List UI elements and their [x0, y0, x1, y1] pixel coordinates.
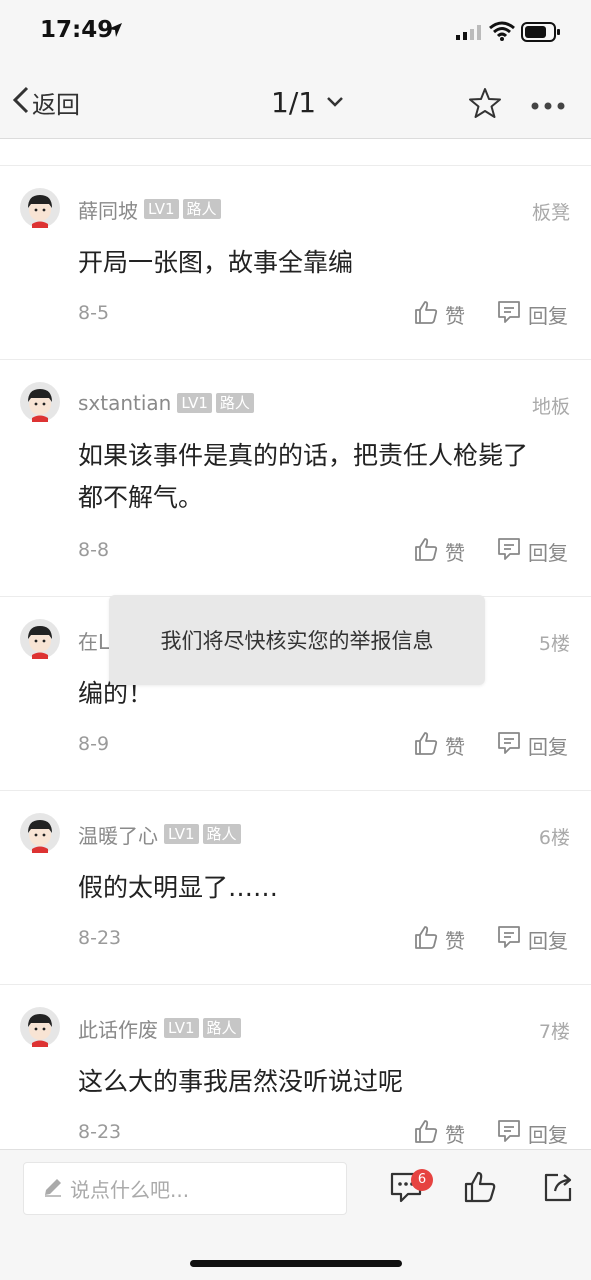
comment-date: 8-9	[78, 733, 110, 755]
thumbs-up-icon	[413, 536, 439, 566]
wifi-icon	[489, 21, 515, 45]
comment-bubble-icon	[496, 536, 522, 566]
comment-bubble-icon	[496, 1118, 522, 1148]
author-row: 此话作废 LV1 路人	[78, 1014, 245, 1043]
share-icon[interactable]	[541, 1170, 575, 1208]
comment-bubble-icon	[496, 299, 522, 329]
like-article-icon[interactable]	[463, 1170, 497, 1208]
like-button[interactable]: 赞	[413, 1118, 465, 1148]
favorite-star-icon[interactable]	[468, 86, 502, 124]
comment-item: sxtantian LV1 路人 地板 如果该事件是真的的话，把责任人枪毙了都不…	[0, 360, 591, 597]
reply-button[interactable]: 回复	[496, 1118, 568, 1148]
list-top-divider	[0, 139, 591, 166]
author-name[interactable]: 温暖了心	[78, 820, 158, 849]
author-row: sxtantian LV1 路人	[78, 390, 258, 416]
avatar[interactable]	[20, 188, 60, 228]
reply-label: 回复	[528, 303, 568, 328]
role-badge: 路人	[182, 199, 221, 219]
reply-label: 回复	[528, 1122, 568, 1147]
thumbs-up-icon	[413, 299, 439, 329]
role-badge: 路人	[202, 824, 241, 844]
like-label: 赞	[445, 540, 465, 565]
chevron-down-icon	[326, 93, 344, 112]
battery-icon	[521, 22, 561, 46]
floor-label: 7楼	[538, 1021, 570, 1043]
navigation-bar: 返回 1/1	[0, 64, 591, 139]
comment-item: 温暖了心 LV1 路人 6楼 假的太明显了…… 8-23 赞 回复	[0, 791, 591, 985]
page-selector[interactable]: 1/1	[271, 86, 344, 119]
avatar[interactable]	[20, 619, 60, 659]
like-button[interactable]: 赞	[413, 536, 465, 566]
like-label: 赞	[445, 928, 465, 953]
level-badge: LV1	[144, 199, 179, 219]
comment-bubble-icon	[496, 924, 522, 954]
home-indicator	[190, 1260, 402, 1267]
reply-button[interactable]: 回复	[496, 730, 568, 760]
like-button[interactable]: 赞	[413, 299, 465, 329]
location-arrow-icon	[107, 22, 123, 42]
like-label: 赞	[445, 303, 465, 328]
reply-button[interactable]: 回复	[496, 924, 568, 954]
report-toast: 我们将尽快核实您的举报信息	[109, 595, 485, 685]
author-name[interactable]: sxtantian	[78, 391, 171, 415]
comment-input[interactable]: 说点什么吧...	[23, 1162, 347, 1215]
pencil-icon	[42, 1176, 64, 1202]
comment-text: 开局一张图，故事全靠编	[78, 248, 354, 277]
status-time: 17:49	[40, 17, 114, 43]
author-row: 温暖了心 LV1 路人	[78, 820, 245, 849]
floor-label: 板凳	[531, 202, 570, 224]
like-button[interactable]: 赞	[413, 730, 465, 760]
author-name[interactable]: 薛同坡	[78, 195, 138, 224]
reply-label: 回复	[528, 734, 568, 759]
more-options-icon[interactable]	[530, 96, 566, 115]
comment-bubble-icon	[496, 730, 522, 760]
thumbs-up-icon	[413, 924, 439, 954]
floor-label: 地板	[531, 396, 570, 418]
comment-text: 如果该事件是真的的话，把责任人枪毙了都不解气。	[78, 441, 529, 512]
like-button[interactable]: 赞	[413, 924, 465, 954]
role-badge: 路人	[215, 393, 254, 413]
comment-date: 8-8	[78, 539, 110, 561]
comment-date: 8-23	[78, 927, 122, 949]
page-label: 1/1	[271, 86, 317, 119]
level-badge: LV1	[164, 1018, 199, 1038]
reply-button[interactable]: 回复	[496, 536, 568, 566]
role-badge: 路人	[202, 1018, 241, 1038]
comment-item: 薛同坡 LV1 路人 板凳 开局一张图，故事全靠编 8-5 赞 回复	[0, 166, 591, 360]
thumbs-up-icon	[413, 1118, 439, 1148]
status-bar: 17:49	[0, 0, 591, 64]
reply-label: 回复	[528, 928, 568, 953]
author-row: 薛同坡 LV1 路人	[78, 195, 225, 224]
input-placeholder: 说点什么吧...	[70, 1178, 190, 1202]
comment-text: 假的太明显了……	[78, 873, 279, 902]
author-name[interactable]: 在L	[78, 626, 109, 655]
back-button[interactable]: 返回	[12, 85, 80, 119]
floor-label: 6楼	[538, 827, 570, 849]
comment-count-badge: 6	[411, 1169, 433, 1191]
author-name[interactable]: 此话作废	[78, 1014, 158, 1043]
comment-item: 此话作废 LV1 路人 7楼 这么大的事我居然没听说过呢 8-23 赞 回复	[0, 985, 591, 1149]
back-label: 返回	[32, 90, 80, 119]
chevron-left-icon	[12, 85, 30, 119]
floor-label: 5楼	[538, 633, 570, 655]
thumbs-up-icon	[413, 730, 439, 760]
level-badge: LV1	[164, 824, 199, 844]
like-label: 赞	[445, 1122, 465, 1147]
cellular-signal-icon	[456, 24, 484, 44]
avatar[interactable]	[20, 1007, 60, 1047]
comment-date: 8-5	[78, 302, 110, 324]
reply-button[interactable]: 回复	[496, 299, 568, 329]
level-badge: LV1	[177, 393, 212, 413]
avatar[interactable]	[20, 382, 60, 422]
avatar[interactable]	[20, 813, 60, 853]
like-label: 赞	[445, 734, 465, 759]
comment-text: 这么大的事我居然没听说过呢	[78, 1067, 404, 1096]
toast-message: 我们将尽快核实您的举报信息	[160, 629, 434, 653]
comment-date: 8-23	[78, 1121, 122, 1143]
reply-label: 回复	[528, 540, 568, 565]
